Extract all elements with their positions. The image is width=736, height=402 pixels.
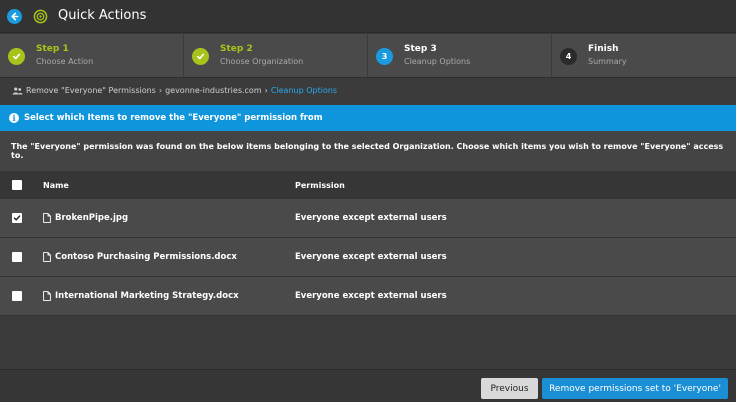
checkmark-icon: [13, 215, 21, 221]
step-subtitle: Cleanup Options: [404, 57, 471, 66]
check-icon: [8, 48, 25, 65]
chevron-right-icon: ›: [158, 86, 163, 95]
step-subtitle: Choose Action: [36, 57, 94, 66]
step-number-badge: 4: [560, 48, 577, 65]
remove-permissions-button[interactable]: Remove permissions set to 'Everyone': [542, 378, 728, 399]
table-row[interactable]: Contoso Purchasing Permissions.docx Ever…: [0, 238, 736, 277]
row-permission-cell: Everyone except external users: [295, 213, 447, 223]
users-icon: [12, 86, 23, 95]
row-checkbox[interactable]: [12, 252, 22, 262]
row-checkbox-checked[interactable]: [12, 213, 22, 223]
step-1[interactable]: Step 1 Choose Action: [0, 34, 184, 78]
step-title: Step 1: [36, 44, 69, 54]
chevron-right-icon: ›: [264, 86, 268, 95]
step-title: Finish: [588, 44, 619, 54]
wizard-steps: Step 1 Choose Action Step 2 Choose Organ…: [0, 34, 736, 78]
footer-bar: Previous Remove permissions set to 'Ever…: [0, 369, 736, 402]
title-bar: Quick Actions: [0, 0, 736, 33]
check-icon: [192, 48, 209, 65]
file-icon: [43, 252, 51, 262]
step-finish[interactable]: 4 Finish Summary: [552, 34, 736, 78]
column-header-name[interactable]: Name: [43, 181, 69, 190]
step-2[interactable]: Step 2 Choose Organization: [184, 34, 368, 78]
breadcrumb-item-action[interactable]: Remove "Everyone" Permissions: [26, 86, 156, 95]
step-title: Step 3: [404, 44, 437, 54]
step-3[interactable]: 3 Step 3 Cleanup Options: [368, 34, 552, 78]
table-header: Name Permission: [0, 171, 736, 199]
column-header-permission[interactable]: Permission: [295, 181, 345, 190]
file-name: International Marketing Strategy.docx: [55, 291, 239, 301]
table-row[interactable]: BrokenPipe.jpg Everyone except external …: [0, 199, 736, 238]
description-text: The "Everyone" permission was found on t…: [0, 131, 736, 171]
row-permission-cell: Everyone except external users: [295, 252, 447, 262]
items-table: Name Permission BrokenPipe.jpg Everyone …: [0, 171, 736, 316]
file-name: BrokenPipe.jpg: [55, 213, 129, 223]
file-icon: [43, 213, 51, 223]
step-subtitle: Choose Organization: [220, 57, 304, 66]
row-checkbox[interactable]: [12, 291, 22, 301]
info-banner-text: Select which Items to remove the "Everyo…: [24, 113, 323, 123]
page-title: Quick Actions: [58, 8, 147, 23]
quick-actions-target-icon: [33, 9, 48, 24]
breadcrumb-item-organization[interactable]: gevonne-industries.com: [165, 86, 262, 95]
previous-button[interactable]: Previous: [481, 378, 538, 399]
info-banner: i Select which Items to remove the "Ever…: [0, 105, 736, 131]
row-name-cell: BrokenPipe.jpg: [43, 213, 128, 223]
row-name-cell: International Marketing Strategy.docx: [43, 291, 239, 301]
breadcrumb: Remove "Everyone" Permissions › gevonne-…: [0, 79, 736, 102]
table-row[interactable]: International Marketing Strategy.docx Ev…: [0, 277, 736, 316]
file-icon: [43, 291, 51, 301]
step-number-badge: 3: [376, 48, 393, 65]
step-title: Step 2: [220, 44, 253, 54]
select-all-checkbox[interactable]: [12, 180, 22, 190]
file-name: Contoso Purchasing Permissions.docx: [55, 252, 237, 262]
back-arrow-icon[interactable]: [7, 9, 22, 24]
breadcrumb-item-current: Cleanup Options: [270, 86, 338, 95]
info-icon: i: [9, 113, 19, 123]
step-subtitle: Summary: [588, 57, 627, 66]
row-permission-cell: Everyone except external users: [295, 291, 447, 301]
row-name-cell: Contoso Purchasing Permissions.docx: [43, 252, 237, 262]
